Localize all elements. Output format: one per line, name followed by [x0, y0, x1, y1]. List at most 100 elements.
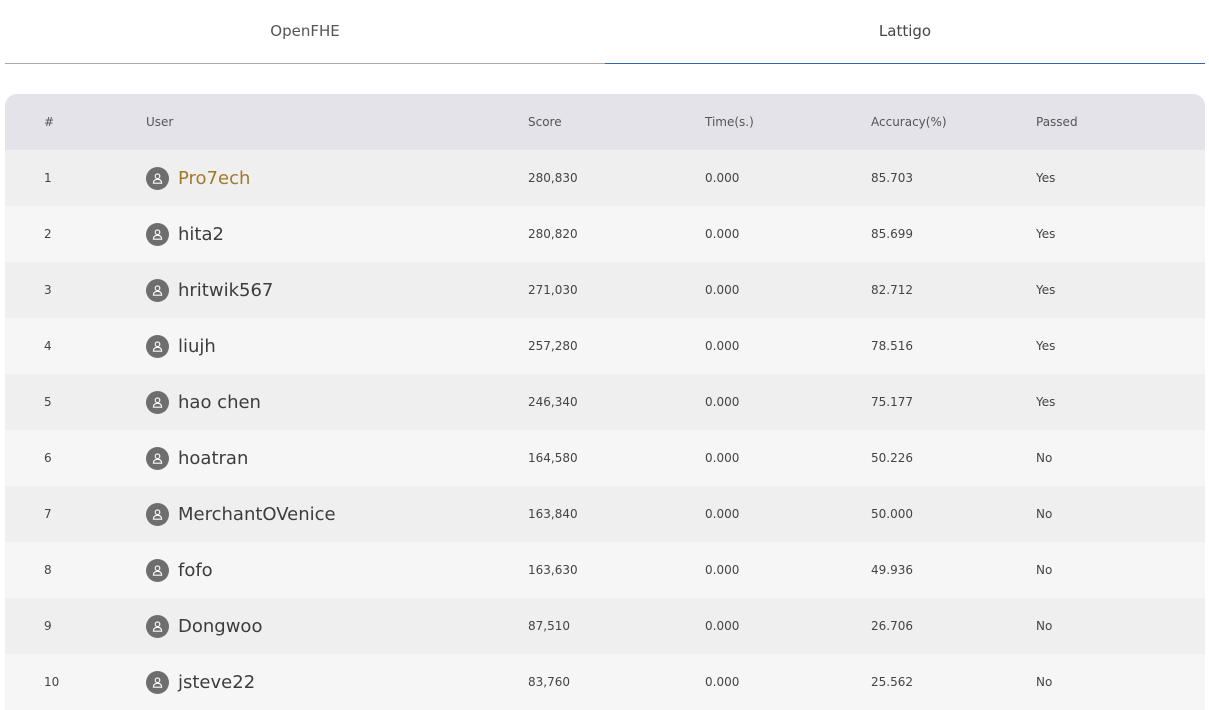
score-cell: 271,030 — [528, 283, 578, 297]
user-cell: hita2 — [146, 206, 224, 262]
table-row: 2 hita2 280,820 0.000 85.699 Yes — [5, 206, 1205, 262]
accuracy-cell: 50.000 — [871, 507, 913, 521]
accuracy-cell: 78.516 — [871, 339, 913, 353]
passed-cell: No — [1036, 451, 1053, 465]
time-cell: 0.000 — [705, 619, 740, 633]
score-cell: 246,340 — [528, 395, 578, 409]
rank-cell: 4 — [44, 339, 52, 353]
rank-cell: 10 — [44, 675, 60, 689]
tab-lattigo[interactable]: Lattigo — [605, 0, 1205, 64]
user-cell: hoatran — [146, 430, 248, 486]
time-cell: 0.000 — [705, 171, 740, 185]
username[interactable]: liujh — [178, 336, 216, 357]
user-cell: fofo — [146, 542, 213, 598]
time-cell: 0.000 — [705, 395, 740, 409]
user-avatar-icon — [146, 446, 169, 470]
username[interactable]: hita2 — [178, 224, 224, 245]
header-user: User — [146, 115, 174, 129]
table-row: 4 liujh 257,280 0.000 78.516 Yes — [5, 318, 1205, 374]
user-info: hao chen — [146, 390, 261, 414]
username[interactable]: MerchantOVenice — [178, 504, 336, 525]
leaderboard-table: # User Score Time(s.) Accuracy(%) Passed… — [5, 94, 1205, 710]
username[interactable]: Dongwoo — [178, 616, 262, 637]
table-row: 1 Pro7ech 280,830 0.000 85.703 Yes — [5, 150, 1205, 206]
score-cell: 164,580 — [528, 451, 578, 465]
score-cell: 83,760 — [528, 675, 570, 689]
header-score: Score — [528, 115, 562, 129]
user-cell: MerchantOVenice — [146, 486, 336, 542]
username[interactable]: Pro7ech — [178, 168, 250, 189]
rank-cell: 9 — [44, 619, 52, 633]
table-row: 8 fofo 163,630 0.000 49.936 No — [5, 542, 1205, 598]
user-info: hritwik567 — [146, 278, 273, 302]
rank-cell: 6 — [44, 451, 52, 465]
accuracy-cell: 25.562 — [871, 675, 913, 689]
user-cell: hritwik567 — [146, 262, 273, 318]
accuracy-cell: 85.699 — [871, 227, 913, 241]
time-cell: 0.000 — [705, 451, 740, 465]
time-cell: 0.000 — [705, 507, 740, 521]
passed-cell: No — [1036, 675, 1053, 689]
user-avatar-icon — [146, 558, 169, 582]
username[interactable]: hritwik567 — [178, 280, 273, 301]
score-cell: 280,820 — [528, 227, 578, 241]
user-avatar-icon — [146, 278, 169, 302]
time-cell: 0.000 — [705, 339, 740, 353]
user-info: hita2 — [146, 222, 224, 246]
username[interactable]: hoatran — [178, 448, 248, 469]
score-cell: 87,510 — [528, 619, 570, 633]
username[interactable]: fofo — [178, 560, 213, 581]
table-row: 5 hao chen 246,340 0.000 75.177 Yes — [5, 374, 1205, 430]
user-info: hoatran — [146, 446, 248, 470]
rank-cell: 1 — [44, 171, 52, 185]
accuracy-cell: 26.706 — [871, 619, 913, 633]
time-cell: 0.000 — [705, 227, 740, 241]
rank-cell: 5 — [44, 395, 52, 409]
user-cell: Pro7ech — [146, 150, 250, 206]
time-cell: 0.000 — [705, 283, 740, 297]
username[interactable]: jsteve22 — [178, 672, 255, 693]
rank-cell: 8 — [44, 563, 52, 577]
rank-cell: 7 — [44, 507, 52, 521]
user-info: Pro7ech — [146, 166, 250, 190]
user-cell: liujh — [146, 318, 216, 374]
user-cell: jsteve22 — [146, 654, 255, 710]
user-info: Dongwoo — [146, 614, 262, 638]
score-cell: 257,280 — [528, 339, 578, 353]
table-row: 3 hritwik567 271,030 0.000 82.712 Yes — [5, 262, 1205, 318]
score-cell: 280,830 — [528, 171, 578, 185]
table-row: 6 hoatran 164,580 0.000 50.226 No — [5, 430, 1205, 486]
time-cell: 0.000 — [705, 563, 740, 577]
score-cell: 163,630 — [528, 563, 578, 577]
accuracy-cell: 50.226 — [871, 451, 913, 465]
user-cell: Dongwoo — [146, 598, 262, 654]
table-header: # User Score Time(s.) Accuracy(%) Passed — [5, 94, 1205, 150]
accuracy-cell: 82.712 — [871, 283, 913, 297]
rank-cell: 3 — [44, 283, 52, 297]
passed-cell: No — [1036, 619, 1053, 633]
passed-cell: No — [1036, 507, 1053, 521]
tab-openfhe[interactable]: OpenFHE — [5, 0, 605, 64]
passed-cell: Yes — [1036, 395, 1056, 409]
user-info: jsteve22 — [146, 670, 255, 694]
passed-cell: Yes — [1036, 283, 1056, 297]
user-avatar-icon — [146, 502, 169, 526]
user-info: MerchantOVenice — [146, 502, 336, 526]
header-rank: # — [44, 115, 55, 129]
username[interactable]: hao chen — [178, 392, 261, 413]
rank-cell: 2 — [44, 227, 52, 241]
user-info: liujh — [146, 334, 216, 358]
user-cell: hao chen — [146, 374, 261, 430]
user-avatar-icon — [146, 166, 169, 190]
user-info: fofo — [146, 558, 213, 582]
accuracy-cell: 49.936 — [871, 563, 913, 577]
table-row: 10 jsteve22 83,760 0.000 25.562 No — [5, 654, 1205, 710]
passed-cell: No — [1036, 563, 1053, 577]
accuracy-cell: 75.177 — [871, 395, 913, 409]
user-avatar-icon — [146, 614, 169, 638]
tab-bar: OpenFHE Lattigo — [5, 0, 1205, 65]
table-row: 7 MerchantOVenice 163,840 0.000 50.000 N… — [5, 486, 1205, 542]
table-row: 9 Dongwoo 87,510 0.000 26.706 No — [5, 598, 1205, 654]
time-cell: 0.000 — [705, 675, 740, 689]
user-avatar-icon — [146, 334, 169, 358]
